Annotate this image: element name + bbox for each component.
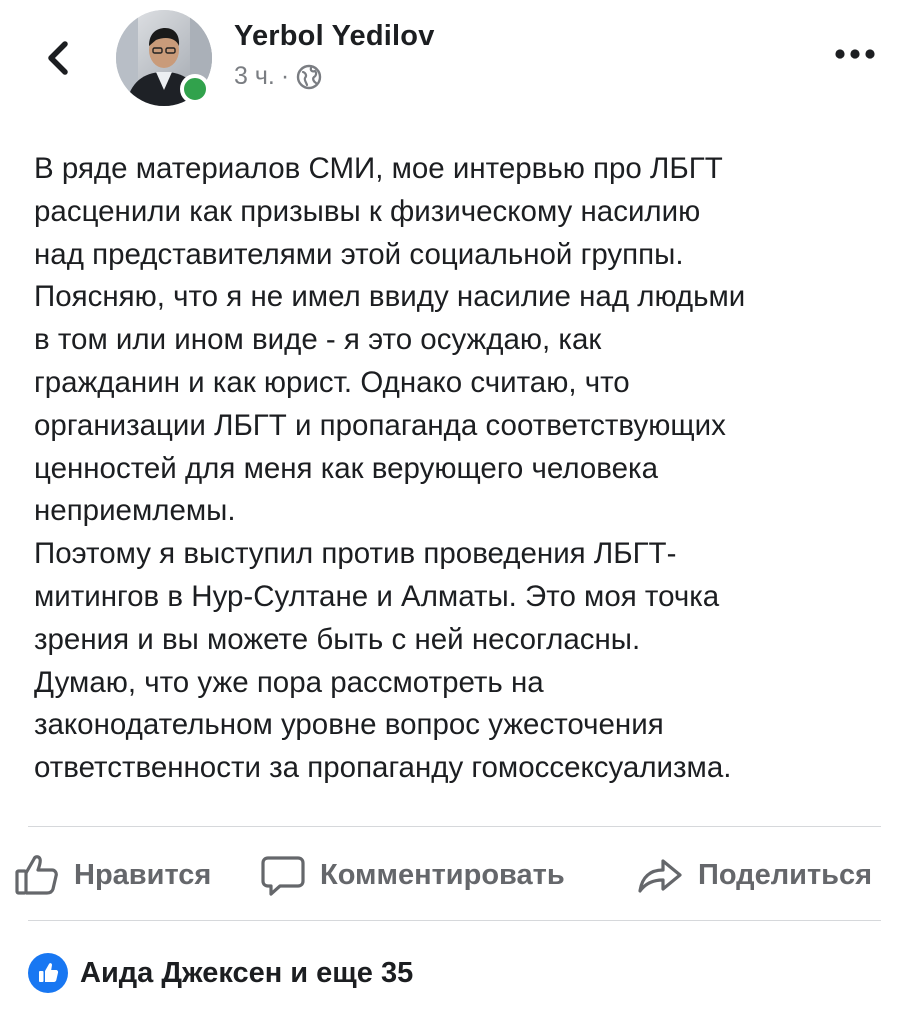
reactions-text: Аида Джексен и еще 35	[80, 956, 414, 989]
post-time[interactable]: 3 ч.	[234, 62, 275, 91]
back-button[interactable]	[38, 30, 78, 86]
share-label: Поделиться	[698, 858, 873, 891]
post-meta: 3 ч. ·	[234, 62, 323, 91]
like-label: Нравится	[74, 858, 212, 891]
comment-bubble-icon	[261, 856, 305, 896]
more-options-button[interactable]	[830, 42, 880, 66]
globe-icon	[296, 64, 322, 89]
author-name[interactable]: Yerbol Yedilov	[234, 20, 435, 53]
comment-label: Комментировать	[320, 858, 565, 891]
meta-separator: ·	[280, 62, 290, 90]
actions-top-divider	[28, 826, 881, 827]
share-arrow-icon	[638, 859, 682, 893]
reactions-summary[interactable]: Аида Джексен и еще 35	[28, 948, 413, 998]
post-text: В ряде материалов СМИ, мое интервью про …	[34, 152, 746, 785]
like-badge-icon	[28, 953, 68, 993]
like-button[interactable]: Нравится	[14, 852, 211, 898]
share-button[interactable]: Поделиться	[636, 852, 872, 898]
online-status-indicator	[180, 74, 210, 104]
comment-button[interactable]: Комментировать	[260, 852, 565, 898]
actions-bottom-divider	[28, 920, 881, 921]
more-dots-icon	[835, 49, 875, 59]
thumbs-up-icon	[15, 855, 58, 895]
post-header: Yerbol Yedilov 3 ч. ·	[0, 0, 911, 120]
post-actions-bar: Нравится Комментировать Поделиться	[0, 830, 911, 920]
chevron-left-icon	[48, 41, 68, 75]
